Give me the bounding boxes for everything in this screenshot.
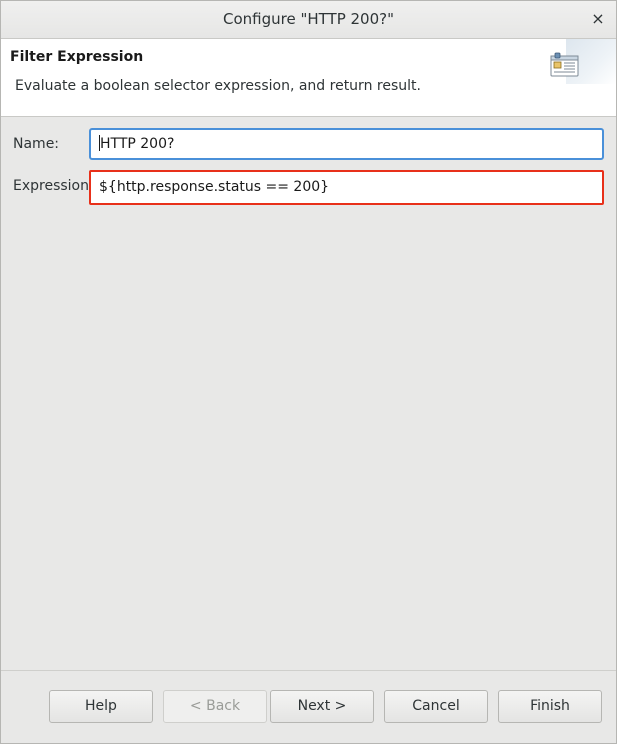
next-button[interactable]: Next > xyxy=(270,690,374,723)
expression-field-value: ${http.response.status == 200} xyxy=(99,179,330,195)
expression-row: Expression ${http.response.status == 200… xyxy=(1,170,616,206)
window-title: Configure "HTTP 200?" xyxy=(222,10,394,28)
name-label: Name: xyxy=(13,136,60,152)
help-button[interactable]: Help xyxy=(49,690,153,723)
wizard-header: Filter Expression Evaluate a boolean sel… xyxy=(1,39,616,117)
page-description: Evaluate a boolean selector expression, … xyxy=(15,78,421,94)
button-separator xyxy=(1,670,616,671)
expression-field[interactable]: ${http.response.status == 200} xyxy=(89,170,604,205)
expression-label: Expression xyxy=(13,178,89,194)
finish-button[interactable]: Finish xyxy=(498,690,602,723)
title-bar[interactable]: Configure "HTTP 200?" × xyxy=(1,1,616,39)
page-title: Filter Expression xyxy=(10,49,144,65)
close-icon[interactable]: × xyxy=(588,9,608,29)
wizard-banner-icon xyxy=(550,52,579,77)
cancel-button[interactable]: Cancel xyxy=(384,690,488,723)
name-field-value: HTTP 200? xyxy=(100,136,175,152)
name-field[interactable]: HTTP 200? xyxy=(89,128,604,160)
name-row: Name: HTTP 200? xyxy=(1,128,616,162)
back-button[interactable]: < Back xyxy=(163,690,267,723)
configure-dialog: Configure "HTTP 200?" × Filter Expressio… xyxy=(0,0,617,744)
